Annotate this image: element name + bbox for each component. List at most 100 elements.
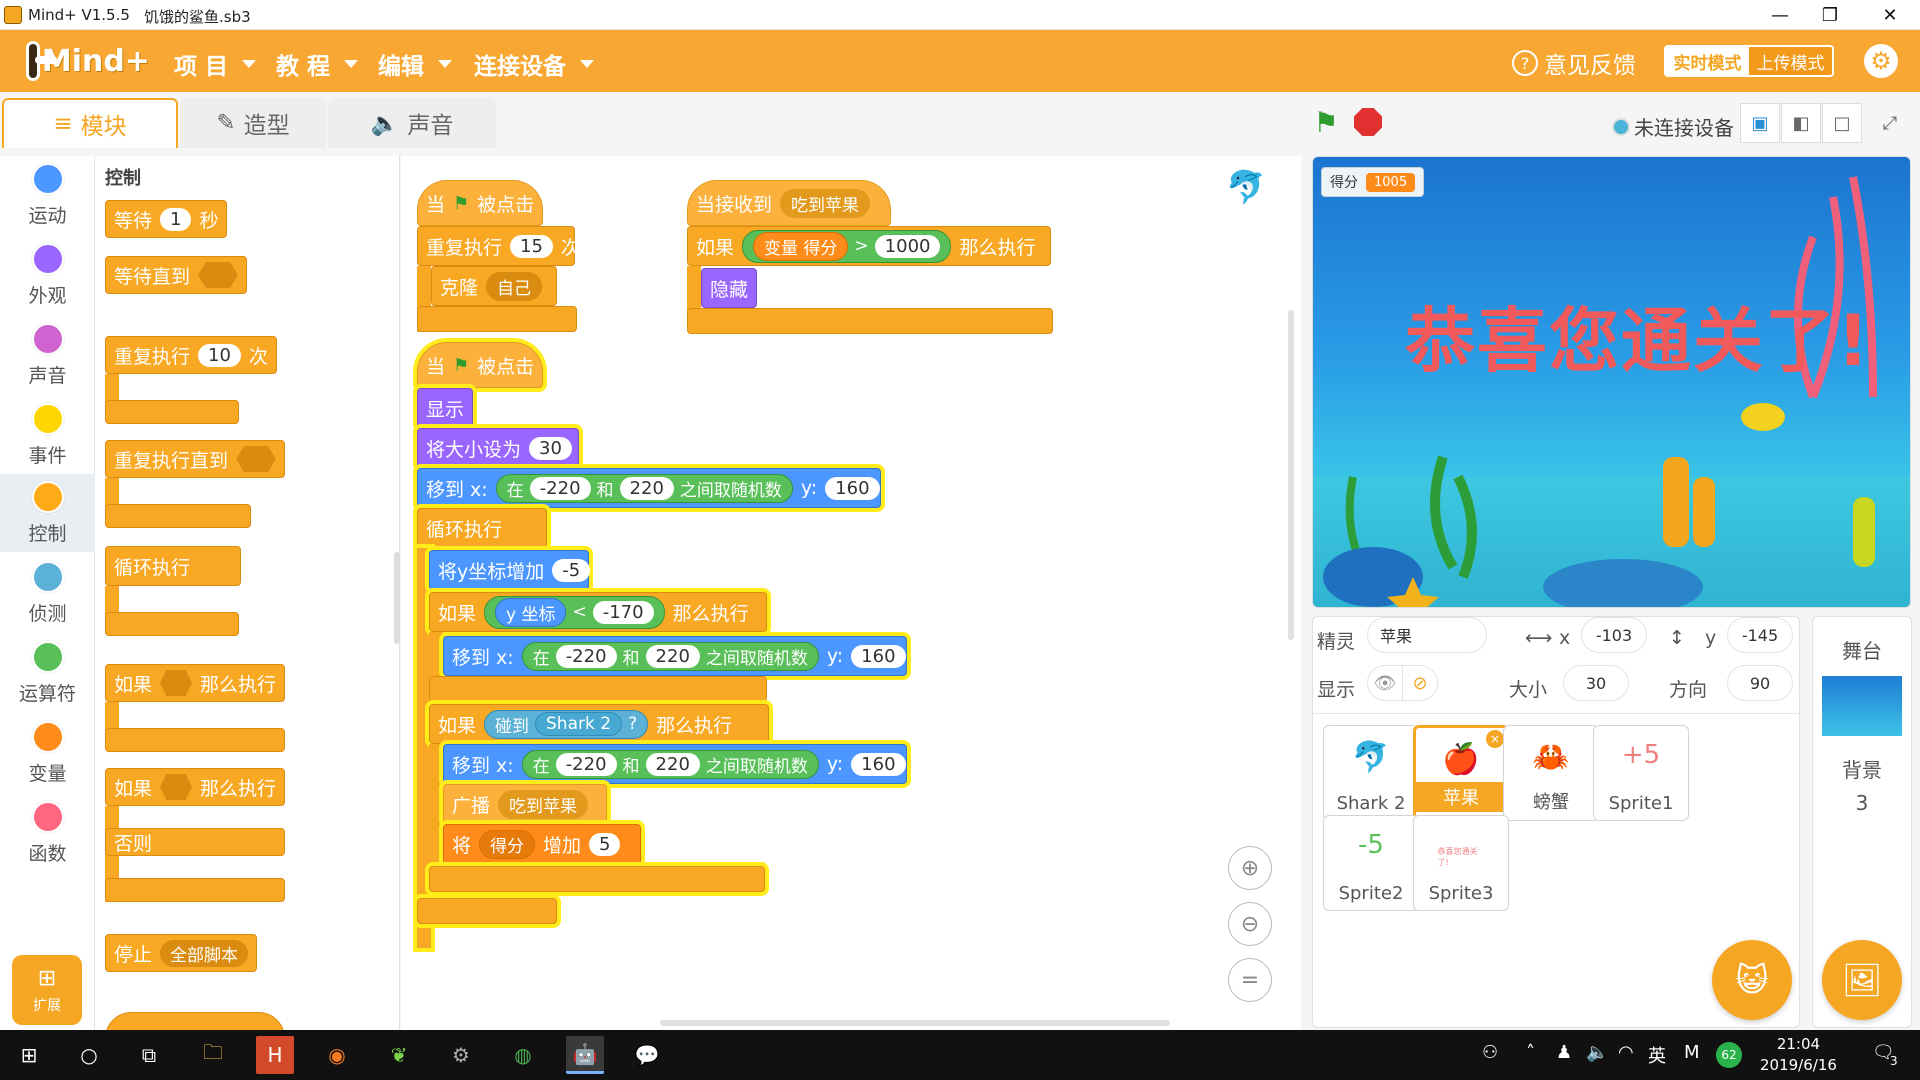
- variable-score-reporter[interactable]: 变量 得分: [753, 231, 849, 261]
- sprite-tile[interactable]: -5 Sprite2: [1323, 815, 1419, 911]
- wifi-icon[interactable]: ◠: [1618, 1042, 1634, 1063]
- tray-app-icon[interactable]: ♟: [1556, 1042, 1572, 1063]
- zoom-out-icon[interactable]: ⊖: [1228, 902, 1272, 946]
- sprite-name-input[interactable]: 苹果: [1367, 617, 1487, 653]
- random-reporter[interactable]: 在 -220 和 220 之间取随机数: [521, 749, 819, 779]
- repeat-value[interactable]: 10: [198, 343, 241, 367]
- block-wait-until[interactable]: 等待直到: [105, 256, 248, 294]
- people-icon[interactable]: ⚇: [1482, 1042, 1498, 1063]
- category-motion[interactable]: 运动: [0, 156, 95, 234]
- zoom-in-icon[interactable]: ⊕: [1228, 846, 1272, 890]
- direction-input[interactable]: 90: [1727, 665, 1793, 701]
- hbuilder-icon[interactable]: H: [256, 1036, 294, 1074]
- add-backdrop-button[interactable]: 🖼: [1822, 940, 1902, 1020]
- block-hat-partial[interactable]: [105, 1012, 285, 1030]
- broadcast-block[interactable]: 广播 吃到苹果: [443, 784, 607, 824]
- goto-xy-block-3[interactable]: 移到 x: 在 -220 和 220 之间取随机数 y: 160: [443, 744, 907, 784]
- when-flag-clicked-hat[interactable]: 当 ⚑ 被点击: [417, 180, 543, 226]
- category-variables[interactable]: 变量: [0, 714, 95, 792]
- hide-eye-icon[interactable]: ⊘: [1402, 665, 1438, 701]
- category-control[interactable]: 控制: [0, 474, 95, 552]
- size-input[interactable]: 30: [1563, 665, 1629, 701]
- block-if-else[interactable]: 如果 那么执行: [105, 768, 285, 806]
- stop-dropdown[interactable]: 全部脚本: [160, 939, 249, 967]
- goto-xy-block-2[interactable]: 移到 x: 在 -220 和 220 之间取随机数 y: 160: [443, 636, 907, 676]
- variable-dropdown[interactable]: 得分: [479, 829, 536, 859]
- wechat-icon[interactable]: 💬: [628, 1036, 666, 1074]
- input-lang[interactable]: 英: [1648, 1042, 1666, 1068]
- stage-only-layout-icon[interactable]: □: [1822, 103, 1862, 143]
- app-leaf-icon[interactable]: ❦: [380, 1036, 418, 1074]
- block-stop[interactable]: 停止 全部脚本: [105, 934, 258, 972]
- sprite-tile[interactable]: +5 Sprite1: [1593, 725, 1689, 821]
- close-button[interactable]: ✕: [1860, 0, 1920, 30]
- gear-icon[interactable]: ⚙: [1864, 44, 1898, 78]
- zoom-reset-icon[interactable]: =: [1228, 958, 1272, 1002]
- device-status[interactable]: 未连接设备: [1612, 112, 1734, 141]
- wait-value[interactable]: 1: [160, 207, 192, 231]
- block-forever[interactable]: 循环执行: [105, 546, 241, 586]
- palette-scrollbar[interactable]: [394, 552, 400, 644]
- delete-sprite-icon[interactable]: ×: [1486, 730, 1504, 748]
- sprite-tile[interactable]: 🐬 Shark 2: [1323, 725, 1419, 821]
- sprite-tile[interactable]: 恭喜您通关了! Sprite3: [1413, 815, 1509, 911]
- realtime-mode-button[interactable]: 实时模式: [1666, 47, 1749, 75]
- goto-xy-block[interactable]: 移到 x: 在 -220 和 220 之间取随机数 y: 160: [417, 468, 881, 508]
- upload-mode-button[interactable]: 上传模式: [1749, 47, 1832, 75]
- chrome-icon[interactable]: ◍: [504, 1036, 542, 1074]
- y-input[interactable]: -145: [1727, 617, 1793, 653]
- mindplus-logo[interactable]: Mind+: [26, 40, 150, 82]
- firefox-icon[interactable]: ◉: [318, 1036, 356, 1074]
- block-repeat[interactable]: 重复执行 10 次: [105, 336, 277, 374]
- file-explorer-icon[interactable]: 🗀: [194, 1036, 232, 1074]
- random-reporter[interactable]: 在 -220 和 220 之间取随机数: [495, 473, 793, 503]
- broadcast-dropdown[interactable]: 吃到苹果: [498, 789, 589, 819]
- when-flag-clicked-hat[interactable]: 当 ⚑ 被点击: [417, 342, 543, 388]
- if-score-block[interactable]: 如果 变量 得分 >1000 那么执行: [687, 226, 1051, 266]
- touch-target-dropdown[interactable]: Shark 2: [535, 712, 623, 736]
- tab-costumes[interactable]: ✎ 造型: [180, 98, 326, 148]
- windows-start-icon[interactable]: ⊞: [10, 1036, 48, 1074]
- if-y-position-block[interactable]: 如果 y 坐标 < -170 那么执行: [429, 592, 767, 632]
- category-functions[interactable]: 函数: [0, 794, 95, 872]
- feedback-button[interactable]: ? 意见反馈: [1512, 46, 1636, 80]
- category-operators[interactable]: 运算符: [0, 634, 95, 712]
- x-input[interactable]: -103: [1581, 617, 1647, 653]
- create-clone-block[interactable]: 克隆 自己: [431, 266, 557, 306]
- search-icon[interactable]: ○: [70, 1036, 108, 1074]
- category-events[interactable]: 事件: [0, 396, 95, 474]
- script-vertical-scrollbar[interactable]: [1288, 310, 1294, 640]
- extension-button[interactable]: ⊞ 扩展: [12, 955, 82, 1025]
- random-reporter[interactable]: 在 -220 和 220 之间取随机数: [521, 641, 819, 671]
- restore-button[interactable]: ❐: [1800, 0, 1860, 30]
- if-touching-block[interactable]: 如果 碰到 Shark 2? 那么执行: [429, 704, 769, 744]
- volume-icon[interactable]: 🔈: [1586, 1042, 1608, 1063]
- small-stage-layout-icon[interactable]: ▣: [1740, 103, 1780, 143]
- y-position-reporter[interactable]: y 坐标: [495, 597, 567, 627]
- clone-dropdown[interactable]: 自己: [486, 271, 543, 301]
- tray-badge[interactable]: 62: [1716, 1042, 1742, 1068]
- message-dropdown[interactable]: 吃到苹果: [780, 188, 871, 218]
- score-monitor[interactable]: 得分 1005: [1321, 167, 1425, 197]
- green-flag-icon[interactable]: ⚑: [1310, 106, 1342, 139]
- block-wait[interactable]: 等待 1 秒: [105, 200, 228, 238]
- sprite-tile-selected[interactable]: 🍎 苹果 ×: [1413, 725, 1509, 821]
- tab-blocks[interactable]: ≡ 模块: [2, 98, 178, 148]
- script-area[interactable]: 当 ⚑ 被点击 重复执行 15 次 克隆 自己 当接收到 吃到苹果 如果 变量 得分 >1000…: [401, 156, 1301, 1030]
- less-than-operator[interactable]: y 坐标 < -170: [484, 595, 665, 629]
- touching-reporter[interactable]: 碰到 Shark 2?: [484, 709, 649, 739]
- script-horizontal-scrollbar[interactable]: [660, 1020, 1170, 1026]
- show-eye-icon[interactable]: 👁: [1367, 665, 1403, 701]
- menu-tutorial[interactable]: 教 程: [276, 47, 359, 81]
- show-block[interactable]: 显示: [417, 388, 473, 428]
- hide-block[interactable]: 隐藏: [701, 268, 757, 308]
- ime-icon[interactable]: M: [1684, 1042, 1700, 1063]
- menu-connect-device[interactable]: 连接设备: [474, 47, 594, 81]
- tray-chevron-icon[interactable]: ˄: [1526, 1042, 1535, 1063]
- change-y-block[interactable]: 将y坐标增加 -5: [429, 550, 591, 590]
- set-size-block[interactable]: 将大小设为 30: [417, 428, 579, 468]
- menu-project[interactable]: 项 目: [174, 47, 257, 81]
- stage-canvas[interactable]: 得分 1005 恭喜您通关了!: [1312, 156, 1911, 608]
- category-looks[interactable]: 外观: [0, 236, 95, 314]
- large-stage-layout-icon[interactable]: ◧: [1781, 103, 1821, 143]
